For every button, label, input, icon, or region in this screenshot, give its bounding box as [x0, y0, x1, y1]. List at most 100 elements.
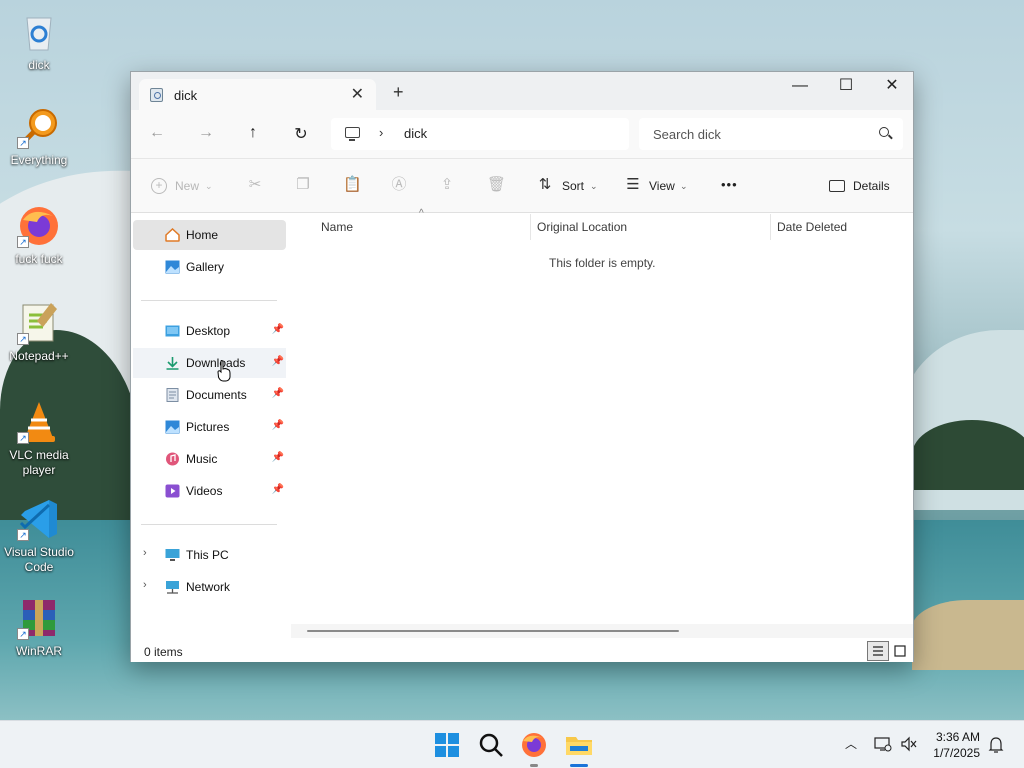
details-button[interactable]: Details: [853, 179, 890, 193]
nav-item-music[interactable]: Music 📌: [133, 444, 286, 474]
sort-indicator-icon: ^: [419, 208, 424, 219]
notification-bell-icon[interactable]: [988, 736, 1004, 754]
music-icon: [166, 452, 179, 466]
file-explorer-window: dick ✕ + — ☐ ✕ ← → ↑ ↻ › dick Search dic…: [130, 71, 914, 662]
nav-item-pictures[interactable]: Pictures 📌: [133, 412, 286, 442]
desktop-icon-notepad-plus-plus[interactable]: ↗ Notepad++: [2, 301, 76, 364]
firefox-icon[interactable]: [518, 729, 550, 761]
column-separator[interactable]: [770, 214, 771, 240]
nav-item-this-pc[interactable]: › This PC: [133, 540, 286, 570]
forward-button[interactable]: →: [194, 124, 218, 142]
nav-item-home[interactable]: Home: [133, 220, 286, 250]
nav-item-network[interactable]: › Network: [133, 572, 286, 602]
share-icon[interactable]: ⇪: [439, 177, 455, 193]
more-options-button[interactable]: •••: [721, 177, 738, 192]
pin-icon[interactable]: 📌: [272, 388, 284, 399]
tab-close-button[interactable]: ✕: [351, 84, 364, 104]
sort-button[interactable]: Sort: [562, 179, 584, 193]
desktop-icon-everything[interactable]: ↗ Everything: [2, 105, 76, 168]
cut-icon[interactable]: ✂: [247, 177, 263, 193]
tab-dick[interactable]: dick ✕: [139, 79, 376, 110]
delete-icon[interactable]: 🗑: [487, 177, 506, 193]
chevron-right-icon[interactable]: ›: [143, 579, 147, 591]
search-placeholder: Search dick: [653, 127, 721, 142]
horizontal-scrollbar[interactable]: [291, 624, 913, 638]
column-header-name[interactable]: Name: [321, 220, 353, 234]
nav-divider: [141, 524, 277, 525]
maximize-button[interactable]: ☐: [823, 72, 869, 102]
rename-icon[interactable]: Ⓐ: [391, 177, 407, 193]
new-dropdown-icon: ⌄: [205, 181, 213, 191]
desktop-icon-recycle-bin[interactable]: dick: [2, 10, 76, 73]
large-icons-view-button[interactable]: [889, 641, 911, 661]
up-button[interactable]: ↑: [241, 124, 265, 142]
scrollbar-thumb[interactable]: [307, 630, 679, 632]
column-header-date-deleted[interactable]: Date Deleted: [777, 220, 847, 234]
network-icon: [166, 581, 179, 594]
taskbar: ︿ 3:36 AM 1/7/2025: [0, 720, 1024, 768]
new-icon: +: [151, 178, 167, 194]
pin-icon[interactable]: 📌: [272, 356, 284, 367]
column-header-original-location[interactable]: Original Location: [537, 220, 627, 234]
documents-icon: [166, 388, 179, 402]
breadcrumb-dick[interactable]: dick: [404, 126, 427, 141]
nav-item-downloads[interactable]: Downloads 📌: [133, 348, 286, 378]
paste-icon[interactable]: 📋: [343, 177, 362, 193]
pin-icon[interactable]: 📌: [272, 452, 284, 463]
active-indicator: [570, 764, 588, 767]
close-window-button[interactable]: ✕: [869, 72, 915, 102]
empty-folder-message: This folder is empty.: [549, 256, 656, 270]
details-view-button[interactable]: [867, 641, 889, 661]
desktop-icon-firefox[interactable]: ↗ fuck fuck: [2, 204, 76, 267]
search-icon[interactable]: [475, 729, 507, 761]
vscode-icon: ↗: [17, 497, 61, 541]
title-bar: dick ✕ + — ☐ ✕: [131, 72, 913, 110]
sort-dropdown-icon: ⌄: [590, 181, 598, 191]
winrar-icon: ↗: [17, 596, 61, 640]
pin-icon[interactable]: 📌: [272, 420, 284, 431]
nav-item-documents[interactable]: Documents 📌: [133, 380, 286, 410]
running-indicator: [530, 764, 538, 767]
clock-date: 1/7/2025: [933, 746, 980, 760]
copy-icon[interactable]: ❐: [295, 177, 311, 193]
back-button[interactable]: ←: [145, 124, 169, 142]
computer-icon: [345, 127, 360, 141]
search-box[interactable]: Search dick: [639, 118, 903, 150]
desktop-icon-vscode[interactable]: ↗ Visual Studio Code: [2, 497, 76, 575]
home-icon: [165, 228, 180, 242]
details-pane-icon: [829, 180, 845, 192]
new-button[interactable]: New: [175, 179, 199, 193]
nav-item-videos[interactable]: Videos 📌: [133, 476, 286, 506]
firefox-icon: ↗: [17, 204, 61, 248]
chevron-right-icon[interactable]: ›: [143, 547, 147, 559]
clock-time: 3:36 AM: [935, 730, 980, 744]
navigation-bar: ← → ↑ ↻ › dick Search dick: [131, 110, 913, 159]
network-status-icon[interactable]: [874, 736, 892, 752]
show-hidden-icons-button[interactable]: ︿: [845, 735, 857, 752]
pin-icon[interactable]: 📌: [272, 324, 284, 335]
view-button[interactable]: View: [649, 179, 675, 193]
hand-cursor-icon: [217, 360, 231, 382]
nav-item-desktop[interactable]: Desktop 📌: [133, 316, 286, 346]
address-bar[interactable]: › dick: [331, 118, 629, 150]
gallery-icon: [165, 260, 180, 274]
start-icon[interactable]: [431, 729, 463, 761]
tab-title: dick: [174, 88, 198, 103]
desktop-folder-icon: [165, 325, 180, 337]
column-separator[interactable]: [530, 214, 531, 240]
new-tab-button[interactable]: +: [393, 82, 404, 103]
desktop-icon-winrar[interactable]: ↗ WinRAR: [2, 596, 76, 659]
refresh-button[interactable]: ↻: [289, 124, 313, 144]
videos-icon: [165, 484, 180, 498]
clock[interactable]: 3:36 AM 1/7/2025: [920, 729, 980, 761]
desktop-icon-vlc[interactable]: ↗ VLC media player: [2, 400, 76, 478]
file-explorer-icon[interactable]: [563, 729, 595, 761]
breadcrumb-separator: ›: [379, 125, 384, 140]
command-bar: + New ⌄ ✂ ❐ 📋 Ⓐ ⇪ 🗑 ⇅ Sort ⌄ ☰ View ⌄ ••…: [131, 159, 913, 213]
minimize-button[interactable]: —: [777, 72, 823, 102]
navigation-pane: Home Gallery Desktop 📌 Downloads 📌 Docum…: [131, 214, 291, 636]
vlc-icon: ↗: [17, 400, 61, 444]
volume-muted-icon[interactable]: [900, 736, 918, 752]
nav-item-gallery[interactable]: Gallery: [133, 252, 286, 282]
pin-icon[interactable]: 📌: [272, 484, 284, 495]
